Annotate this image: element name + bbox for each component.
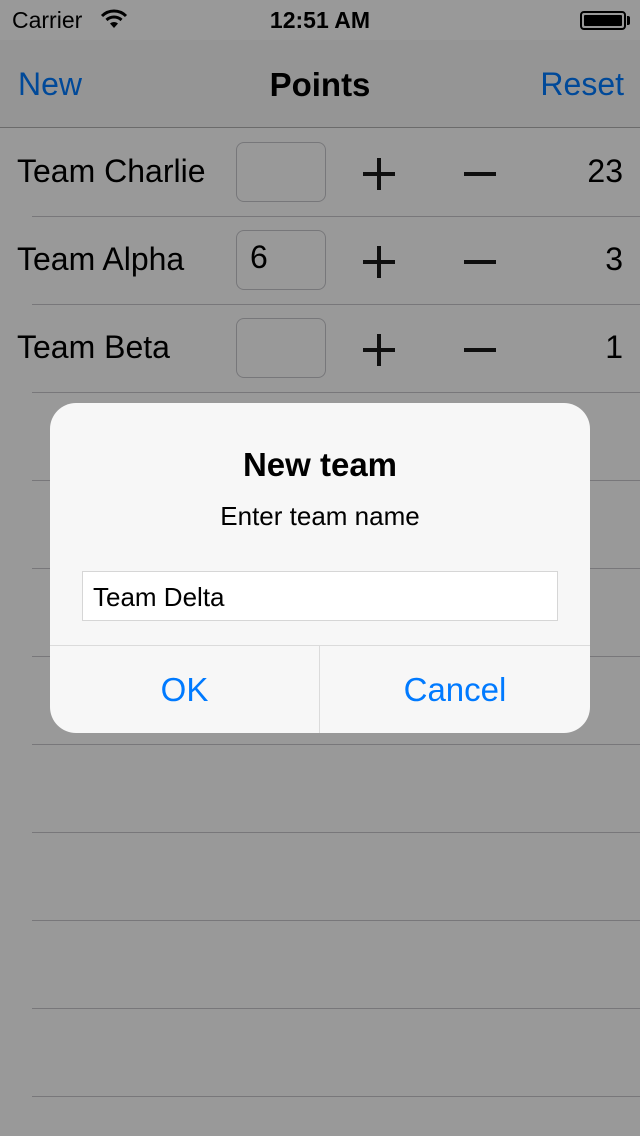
alert-message: Enter team name (220, 501, 420, 531)
ok-button[interactable]: OK (50, 646, 320, 733)
team-name-input[interactable]: Team Delta (82, 571, 558, 621)
new-team-alert: New team Enter team name Team Delta OK C… (50, 403, 590, 733)
cancel-button[interactable]: Cancel (320, 646, 590, 733)
alert-title: New team (242, 446, 398, 483)
alert-buttons: OK Cancel (50, 645, 590, 733)
